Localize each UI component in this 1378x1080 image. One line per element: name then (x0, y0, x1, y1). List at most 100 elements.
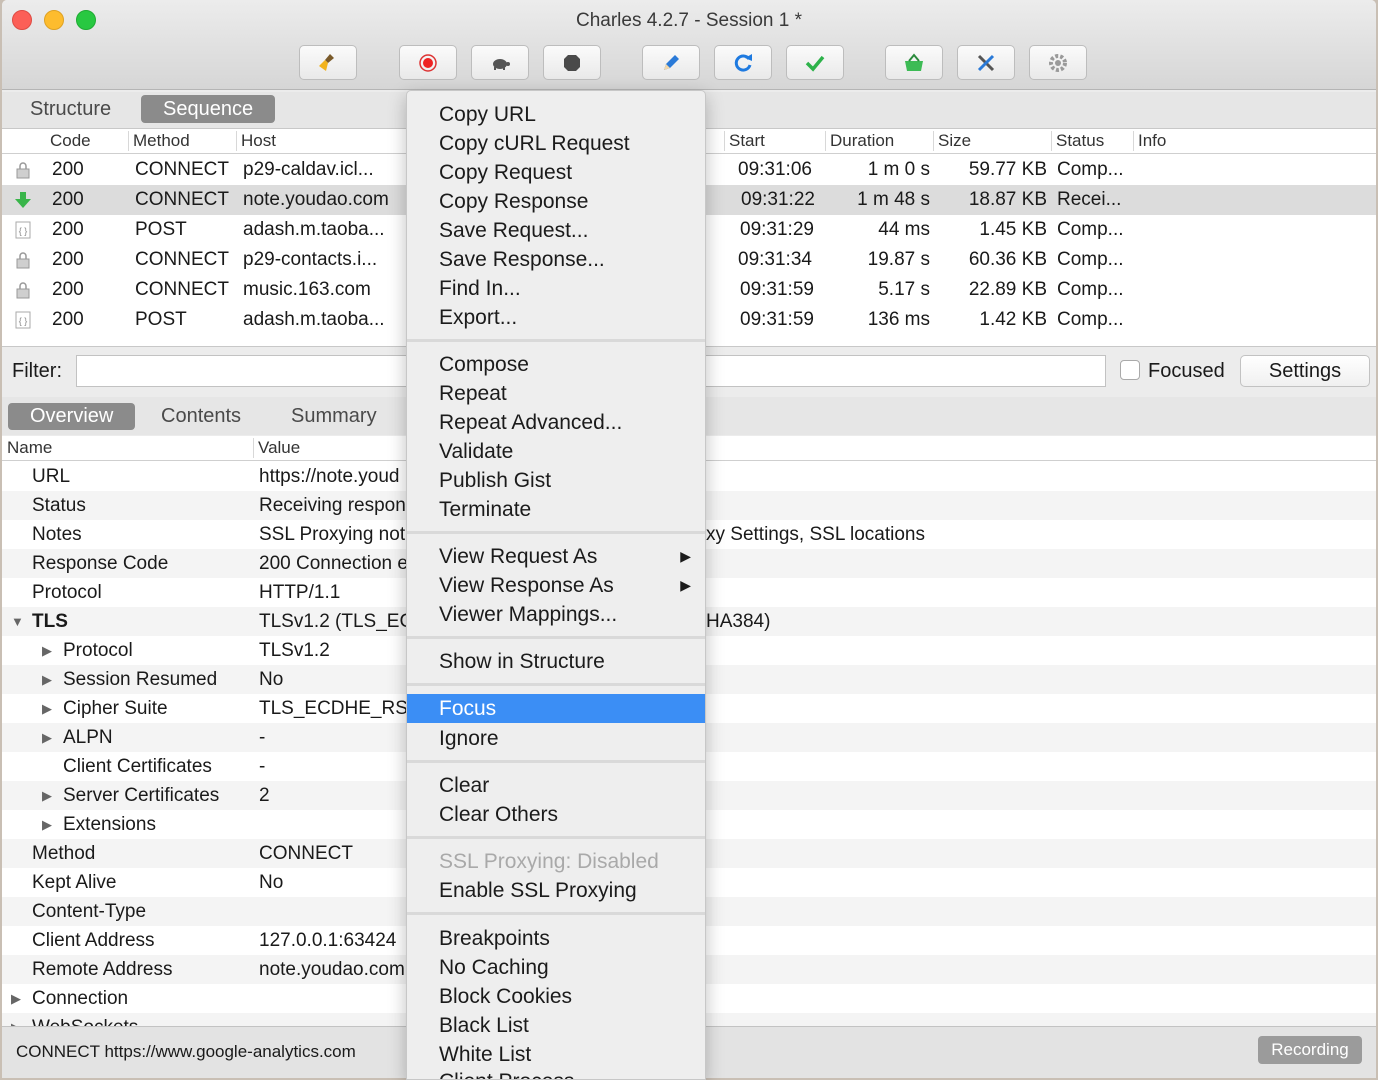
menu-item-viewer-mappings[interactable]: Viewer Mappings... (407, 600, 705, 629)
menu-item-copy-request[interactable]: Copy Request (407, 158, 705, 187)
menu-item-enable-ssl-proxying[interactable]: Enable SSL Proxying (407, 876, 705, 905)
menu-separator (407, 339, 705, 342)
svg-text:{ }: { } (19, 226, 28, 236)
disclosure-expanded-icon[interactable]: ▼ (11, 607, 24, 636)
menu-item-repeat[interactable]: Repeat (407, 379, 705, 408)
menu-item-clear[interactable]: Clear (407, 771, 705, 800)
validate-button[interactable] (786, 45, 844, 80)
menu-separator (407, 531, 705, 534)
menu-item-ignore[interactable]: Ignore (407, 724, 705, 753)
window-title: Charles 4.2.7 - Session 1 * (575, 10, 802, 31)
menu-item-no-caching[interactable]: No Caching (407, 953, 705, 982)
recording-badge[interactable]: Recording (1258, 1036, 1362, 1064)
focused-checkbox[interactable] (1120, 360, 1140, 380)
column-name[interactable]: Name (7, 438, 52, 458)
broom-icon (319, 53, 334, 71)
column-method[interactable]: Method (133, 131, 190, 151)
disclosure-collapsed-icon[interactable]: ▶ (42, 781, 52, 810)
column-host[interactable]: Host (241, 131, 276, 151)
tab-contents[interactable]: Contents (139, 403, 263, 430)
context-menu: Copy URL Copy cURL Request Copy Request … (406, 90, 706, 1080)
tab-summary[interactable]: Summary (269, 403, 399, 430)
disclosure-collapsed-icon[interactable]: ▶ (42, 665, 52, 694)
shopping-basket-button[interactable] (885, 45, 943, 80)
tab-structure[interactable]: Structure (8, 95, 133, 123)
column-value[interactable]: Value (258, 438, 300, 458)
title-bar: Charles 4.2.7 - Session 1 * (2, 0, 1376, 90)
record-icon (419, 53, 437, 72)
download-arrow-icon (15, 192, 31, 208)
menu-item-black-list[interactable]: Black List (407, 1011, 705, 1040)
menu-item-save-response[interactable]: Save Response... (407, 245, 705, 274)
tab-sequence[interactable]: Sequence (141, 95, 276, 123)
column-status[interactable]: Status (1056, 131, 1104, 151)
disclosure-collapsed-icon[interactable]: ▶ (11, 984, 21, 1013)
disclosure-collapsed-icon[interactable]: ▶ (42, 723, 52, 752)
menu-item-terminate[interactable]: Terminate (407, 495, 705, 524)
compose-button[interactable] (642, 45, 700, 80)
menu-item-compose[interactable]: Compose (407, 350, 705, 379)
menu-item-copy-curl-request[interactable]: Copy cURL Request (407, 129, 705, 158)
check-icon (805, 55, 825, 72)
menu-item-save-request[interactable]: Save Request... (407, 216, 705, 245)
lock-icon (16, 162, 30, 179)
menu-separator (407, 836, 705, 839)
json-icon: { } (15, 311, 31, 329)
throttle-button[interactable] (471, 45, 529, 80)
settings-toolbar-button[interactable] (1029, 45, 1087, 80)
menu-item-repeat-advanced[interactable]: Repeat Advanced... (407, 408, 705, 437)
column-start[interactable]: Start (729, 131, 765, 151)
menu-item-block-cookies[interactable]: Block Cookies (407, 982, 705, 1011)
basket-icon (905, 52, 923, 71)
submenu-arrow-icon: ▶ (680, 577, 691, 593)
menu-item-export[interactable]: Export... (407, 303, 705, 332)
menu-item-white-list[interactable]: White List (407, 1040, 705, 1069)
menu-item-copy-response[interactable]: Copy Response (407, 187, 705, 216)
menu-item-focus[interactable]: Focus (407, 694, 705, 723)
menu-item-breakpoints[interactable]: Breakpoints (407, 924, 705, 953)
turtle-icon (493, 58, 510, 70)
menu-item-copy-url[interactable]: Copy URL (407, 100, 705, 129)
refresh-icon (734, 53, 752, 72)
svg-text:{ }: { } (19, 316, 28, 326)
json-icon: { } (15, 221, 31, 239)
filter-label: Filter: (12, 360, 62, 382)
disclosure-collapsed-icon[interactable]: ▶ (11, 1013, 21, 1026)
menu-separator (407, 683, 705, 686)
submenu-arrow-icon: ▶ (680, 548, 691, 564)
breakpoint-button[interactable] (543, 45, 601, 80)
menu-item-validate[interactable]: Validate (407, 437, 705, 466)
disclosure-collapsed-icon[interactable]: ▶ (42, 694, 52, 723)
gear-icon (1049, 53, 1067, 72)
menu-item-ssl-proxying-status: SSL Proxying: Disabled (439, 850, 659, 873)
menu-item-view-response-as[interactable]: View Response As ▶ (407, 571, 705, 600)
tools-button[interactable] (957, 45, 1015, 80)
settings-button[interactable]: Settings (1240, 355, 1370, 387)
menu-item-publish-gist[interactable]: Publish Gist (407, 466, 705, 495)
repeat-button[interactable] (714, 45, 772, 80)
record-button[interactable] (399, 45, 457, 80)
pen-icon (664, 54, 679, 70)
menu-separator (407, 636, 705, 639)
column-size[interactable]: Size (938, 131, 971, 151)
column-duration[interactable]: Duration (830, 131, 894, 151)
focused-label: Focused (1148, 360, 1225, 382)
menu-item-view-request-as[interactable]: View Request As ▶ (407, 542, 705, 571)
disclosure-collapsed-icon[interactable]: ▶ (42, 810, 52, 839)
column-code[interactable]: Code (50, 131, 91, 151)
menu-separator (407, 912, 705, 915)
tools-icon (977, 54, 995, 71)
disclosure-collapsed-icon[interactable]: ▶ (42, 636, 52, 665)
tab-overview[interactable]: Overview (8, 403, 136, 430)
lock-icon (16, 252, 30, 269)
column-info[interactable]: Info (1138, 131, 1166, 151)
stop-icon (564, 54, 580, 71)
menu-item-clear-others[interactable]: Clear Others (407, 800, 705, 829)
clear-session-button[interactable] (299, 45, 357, 80)
status-text: CONNECT https://www.google-analytics.com (16, 1042, 356, 1061)
menu-item-show-in-structure[interactable]: Show in Structure (407, 647, 705, 676)
menu-item-client-process[interactable]: Client Process (407, 1067, 705, 1079)
lock-icon (16, 282, 30, 299)
menu-separator (407, 760, 705, 763)
menu-item-find-in[interactable]: Find In... (407, 274, 705, 303)
